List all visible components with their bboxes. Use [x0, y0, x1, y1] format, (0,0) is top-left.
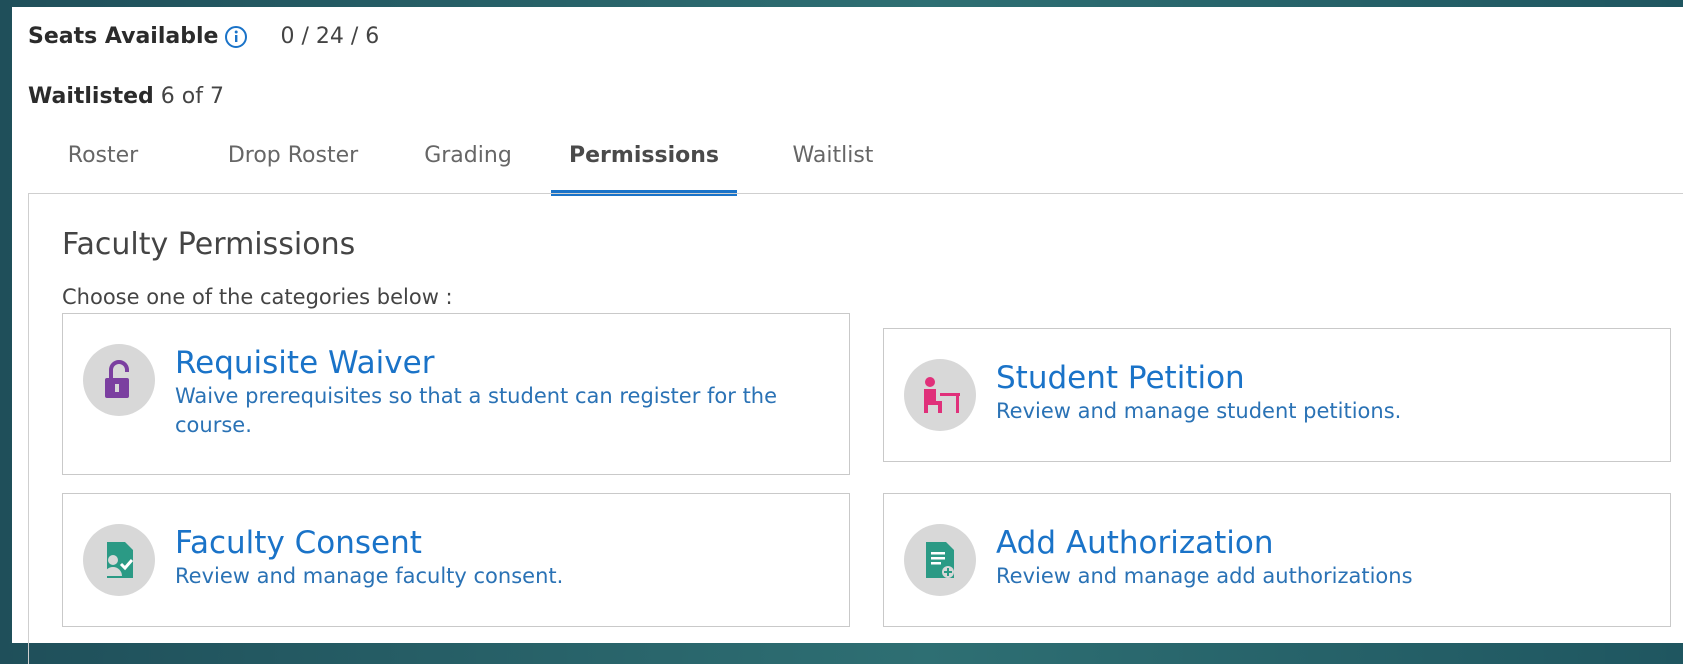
card-faculty-consent[interactable]: Faculty Consent Review and manage facult…	[62, 493, 850, 627]
waitlisted-value: 6 of 7	[160, 84, 224, 109]
card-title[interactable]: Add Authorization	[996, 524, 1630, 562]
document-add-icon	[904, 524, 976, 596]
student-desk-icon	[904, 359, 976, 431]
tab-roster[interactable]: Roster	[28, 126, 178, 190]
card-description: Review and manage add authorizations	[996, 564, 1413, 588]
card-title[interactable]: Faculty Consent	[175, 524, 809, 562]
tab-waitlist[interactable]: Waitlist	[768, 126, 898, 190]
waitlisted-label: Waitlisted	[28, 84, 154, 109]
tab-drop-roster[interactable]: Drop Roster	[198, 126, 388, 190]
section-subtitle: Choose one of the categories below :	[62, 285, 453, 309]
seats-available-row: Seats Available 0 / 24 / 6	[28, 24, 379, 49]
card-description: Review and manage faculty consent.	[175, 564, 564, 588]
card-requisite-waiver[interactable]: Requisite Waiver Waive prerequisites so …	[62, 313, 850, 475]
seats-available-label: Seats Available	[28, 24, 219, 49]
card-description: Review and manage student petitions.	[996, 399, 1402, 423]
card-faculty-consent-text: Faculty Consent Review and manage facult…	[175, 524, 809, 591]
card-title[interactable]: Requisite Waiver	[175, 344, 809, 382]
card-student-petition[interactable]: Student Petition Review and manage stude…	[883, 328, 1671, 462]
tab-permissions[interactable]: Permissions	[551, 126, 737, 196]
unlock-icon	[83, 344, 155, 416]
tab-bar: Roster Drop Roster Grading Permissions W…	[28, 126, 1683, 196]
card-requisite-waiver-text: Requisite Waiver Waive prerequisites so …	[175, 344, 809, 440]
info-icon[interactable]	[224, 25, 248, 49]
card-add-authorization[interactable]: Add Authorization Review and manage add …	[883, 493, 1671, 627]
section-title: Faculty Permissions	[62, 227, 356, 262]
card-title[interactable]: Student Petition	[996, 359, 1630, 397]
card-add-authorization-text: Add Authorization Review and manage add …	[996, 524, 1630, 591]
tab-grading[interactable]: Grading	[398, 126, 538, 190]
user-document-check-icon	[83, 524, 155, 596]
waitlisted-row: Waitlisted 6 of 7	[28, 84, 224, 109]
seats-available-value: 0 / 24 / 6	[280, 24, 380, 49]
card-description: Waive prerequisites so that a student ca…	[175, 384, 778, 437]
card-student-petition-text: Student Petition Review and manage stude…	[996, 359, 1630, 426]
